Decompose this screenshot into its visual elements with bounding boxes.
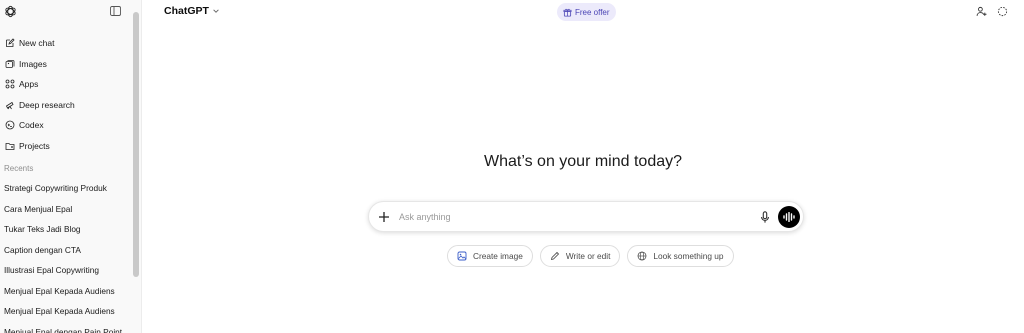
sidebar-scrollbar[interactable]: [133, 12, 139, 277]
voice-mode-button[interactable]: [778, 206, 800, 228]
main-panel: ChatGPT Free offer What’s on your mind t…: [142, 0, 1024, 333]
recent-chat-item[interactable]: Tukar Teks Jadi Blog: [0, 219, 132, 240]
recent-chat-item[interactable]: Menjual Epal Kepada Audiens: [0, 301, 132, 322]
images-icon: [5, 59, 15, 69]
sidebar-menu: New chat Images Apps Deep research Codex…: [0, 33, 134, 156]
temporary-chat-icon[interactable]: [997, 6, 1008, 17]
sidebar-item-label: Images: [19, 58, 47, 69]
recent-chat-item[interactable]: Strategi Copywriting Produk: [0, 178, 132, 199]
folder-icon: [5, 141, 15, 151]
waveform-icon: [783, 212, 795, 222]
sidebar-item-label: Codex: [19, 120, 44, 131]
microphone-icon[interactable]: [760, 211, 770, 223]
sidebar-item-images[interactable]: Images: [0, 54, 134, 75]
prompt-composer: [368, 201, 804, 232]
pencil-icon: [550, 251, 559, 261]
openai-logo-icon[interactable]: [4, 5, 17, 18]
add-attachment-icon[interactable]: [378, 211, 390, 223]
sidebar-item-projects[interactable]: Projects: [0, 136, 134, 157]
recent-chat-item[interactable]: Menjual Epal Kepada Audiens: [0, 281, 132, 302]
sidebar-item-label: Apps: [19, 79, 39, 90]
offer-label: Free offer: [575, 7, 610, 17]
gift-icon: [563, 8, 572, 17]
chip-label: Look something up: [653, 251, 724, 261]
model-label: ChatGPT: [164, 5, 209, 17]
sidebar-item-label: Projects: [19, 140, 50, 151]
chip-label: Create image: [473, 251, 523, 261]
model-selector[interactable]: ChatGPT: [164, 5, 220, 17]
sidebar: New chat Images Apps Deep research Codex…: [0, 0, 142, 333]
edit-icon: [5, 38, 15, 48]
app-window: New chat Images Apps Deep research Codex…: [0, 0, 1024, 333]
chip-label: Write or edit: [565, 251, 611, 261]
recent-chat-item[interactable]: Menjual Epal dengan Pain Point: [0, 322, 132, 333]
codex-icon: [5, 120, 15, 130]
sidebar-header: [0, 0, 141, 24]
image-icon: [457, 251, 467, 261]
page-title: What’s on your mind today?: [483, 153, 683, 170]
sidebar-item-apps[interactable]: Apps: [0, 74, 134, 95]
create-image-chip[interactable]: Create image: [447, 245, 533, 267]
apps-grid-icon: [5, 79, 15, 89]
free-offer-button[interactable]: Free offer: [557, 3, 616, 21]
recents-heading: Recents: [4, 164, 34, 173]
telescope-icon: [5, 100, 15, 110]
write-or-edit-chip[interactable]: Write or edit: [539, 245, 621, 267]
add-person-icon[interactable]: [976, 6, 987, 17]
look-something-up-chip[interactable]: Look something up: [627, 245, 734, 267]
sidebar-item-new-chat[interactable]: New chat: [0, 33, 134, 54]
recent-chat-item[interactable]: Caption dengan CTA: [0, 240, 132, 261]
sidebar-toggle-icon[interactable]: [110, 6, 121, 16]
chevron-down-icon: [213, 9, 219, 13]
globe-icon: [638, 251, 647, 261]
sidebar-item-label: Deep research: [19, 99, 75, 110]
sidebar-item-codex[interactable]: Codex: [0, 115, 134, 136]
recent-chat-item[interactable]: Cara Menjual Epal: [0, 199, 132, 220]
sidebar-item-deep-research[interactable]: Deep research: [0, 95, 134, 116]
recent-chat-item[interactable]: Illustrasi Epal Copywriting: [0, 260, 132, 281]
recents-list: Strategi Copywriting Produk Cara Menjual…: [0, 178, 132, 333]
suggestion-chips: Create image Write or edit Look somethin…: [447, 245, 734, 267]
sidebar-item-label: New chat: [19, 38, 55, 49]
prompt-input[interactable]: [399, 209, 729, 225]
